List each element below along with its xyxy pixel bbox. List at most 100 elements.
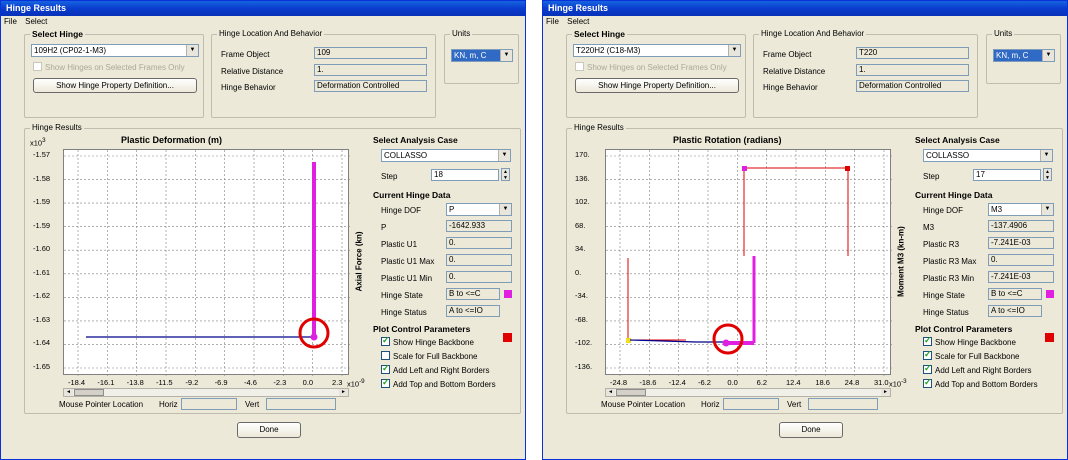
top-bottom-borders-checkbox[interactable]: Add Top and Bottom Borders	[381, 377, 496, 389]
checkbox-label: Add Top and Bottom Borders	[935, 380, 1038, 389]
done-button[interactable]: Done	[779, 422, 843, 438]
hinge-dof-value: P	[449, 205, 455, 214]
hinge-select[interactable]: 109H2 (CP02-1-M3) ▼	[31, 44, 199, 57]
y-tick-label: -1.61	[33, 267, 51, 277]
hinge-dof-value: M3	[991, 205, 1003, 214]
x-tick-label: -6.9	[214, 378, 228, 387]
show-backbone-checkbox[interactable]: Show Hinge Backbone	[923, 335, 1016, 347]
chevron-down-icon[interactable]: ▼	[500, 50, 512, 61]
x-tick-label: 2.3	[332, 378, 343, 387]
plot-control-header: Plot Control Parameters	[373, 324, 471, 334]
data-row-label: Plastic U1 Min	[381, 274, 433, 283]
data-row-value: -137.4906	[988, 220, 1054, 232]
data-row-label: Plastic U1	[381, 240, 418, 249]
plot-title: Plastic Rotation (radians)	[673, 135, 782, 145]
hinge-behavior-field: Deformation Controlled	[856, 80, 969, 92]
checkbox-label: Show Hinge Backbone	[935, 338, 1016, 347]
analysis-case-header: Select Analysis Case	[915, 135, 1000, 145]
data-row-value: -1642.933	[446, 220, 512, 232]
y-tick-label: -1.58	[33, 173, 51, 183]
chevron-down-icon[interactable]: ▼	[186, 45, 198, 56]
units-select[interactable]: KN, m, C ▼	[993, 49, 1055, 62]
analysis-case-header: Select Analysis Case	[373, 135, 458, 145]
show-hinge-definition-button[interactable]: Show Hinge Property Definition...	[33, 78, 197, 93]
checkbox-label: Scale for Full Backbone	[393, 352, 478, 361]
horiz-field	[723, 398, 779, 410]
checkbox-box	[575, 62, 584, 71]
chevron-down-icon[interactable]: ▼	[1040, 150, 1052, 161]
checkbox-label: Scale for Full Backbone	[935, 352, 1020, 361]
scale-full-backbone-checkbox[interactable]: Scale for Full Backbone	[381, 351, 478, 361]
hinge-status-field: A to <=IO	[988, 305, 1042, 317]
analysis-case-value: COLLASSO	[926, 151, 970, 160]
top-bottom-borders-checkbox[interactable]: Add Top and Bottom Borders	[923, 377, 1038, 389]
scroll-right-icon[interactable]: ►	[339, 389, 348, 396]
hinge-results-title: Hinge Results	[572, 123, 626, 132]
analysis-case-select[interactable]: COLLASSO ▼	[923, 149, 1053, 162]
chevron-down-icon[interactable]: ▼	[1041, 204, 1053, 215]
relative-distance-label: Relative Distance	[221, 67, 284, 76]
hinge-select[interactable]: T220H2 (C18-M3) ▼	[573, 44, 741, 57]
relative-distance-field: 1.	[856, 64, 969, 76]
hinge-state-field: B to <=C	[446, 288, 500, 300]
backbone-point	[742, 166, 747, 171]
current-point-marker	[310, 333, 318, 341]
step-spinner[interactable]: ▲ ▼	[1043, 168, 1052, 181]
vert-label: Vert	[245, 400, 260, 409]
show-selected-checkbox[interactable]: Show Hinges on Selected Frames Only	[33, 62, 185, 72]
y-tick-label: -1.65	[33, 362, 51, 371]
step-field[interactable]: 18	[431, 169, 499, 181]
show-selected-checkbox[interactable]: Show Hinges on Selected Frames Only	[575, 62, 727, 72]
done-button[interactable]: Done	[237, 422, 301, 438]
left-right-borders-checkbox[interactable]: Add Left and Right Borders	[381, 363, 490, 375]
checkbox-label: Add Left and Right Borders	[393, 366, 490, 375]
data-row-label: M3	[923, 223, 935, 232]
step-field[interactable]: 17	[973, 169, 1041, 181]
scroll-left-icon[interactable]: ◄	[606, 389, 615, 396]
hinge-results-window-2: Hinge Results File Select Select Hinge T…	[542, 0, 1068, 460]
plot-canvas	[606, 150, 892, 376]
scroll-thumb[interactable]	[74, 389, 104, 396]
chevron-down-icon[interactable]: ▼	[1042, 50, 1054, 61]
hinge-plot-2[interactable]	[605, 149, 892, 376]
vert-field	[808, 398, 878, 410]
menu-select[interactable]: Select	[567, 17, 589, 26]
scroll-right-icon[interactable]: ►	[881, 389, 890, 396]
data-row-value: 0.	[988, 254, 1054, 266]
menu-file[interactable]: File	[546, 17, 559, 26]
plot-scrollbar[interactable]: ◄ ►	[63, 388, 349, 397]
show-hinge-definition-button[interactable]: Show Hinge Property Definition...	[575, 78, 739, 93]
plot-canvas	[64, 150, 350, 376]
horiz-field	[181, 398, 237, 410]
x-tick-label: 24.8	[844, 378, 860, 387]
show-backbone-checkbox[interactable]: Show Hinge Backbone	[381, 335, 474, 347]
backbone-color-swatch[interactable]	[503, 333, 512, 342]
step-spinner[interactable]: ▲ ▼	[501, 168, 510, 181]
plot-scrollbar[interactable]: ◄ ►	[605, 388, 891, 397]
frame-object-label: Frame Object	[763, 50, 812, 59]
menu-file[interactable]: File	[4, 17, 17, 26]
hinge-plot-1[interactable]	[63, 149, 350, 376]
units-value: KN, m, C	[454, 51, 487, 60]
y-tick-label: 34.	[575, 244, 586, 254]
left-right-borders-checkbox[interactable]: Add Left and Right Borders	[923, 363, 1032, 375]
chevron-down-icon[interactable]: ▼	[498, 150, 510, 161]
chevron-down-icon[interactable]: ▼	[728, 45, 740, 56]
y-axis-exponent: x103	[30, 137, 46, 148]
menu-select[interactable]: Select	[25, 17, 47, 26]
data-row-value: 0.	[446, 237, 512, 249]
hinge-behavior-label: Hinge Behavior	[763, 83, 818, 92]
scale-full-backbone-checkbox[interactable]: Scale for Full Backbone	[923, 349, 1020, 361]
units-select[interactable]: KN, m, C ▼	[451, 49, 513, 62]
analysis-case-select[interactable]: COLLASSO ▼	[381, 149, 511, 162]
scroll-thumb[interactable]	[616, 389, 646, 396]
y-tick-label: -68.	[575, 314, 588, 324]
hinge-dof-select[interactable]: M3 ▼	[988, 203, 1054, 216]
show-selected-label: Show Hinges on Selected Frames Only	[45, 63, 185, 72]
chevron-down-icon[interactable]: ▼	[499, 204, 511, 215]
window-title: Hinge Results	[1, 1, 525, 16]
hinge-dof-select[interactable]: P ▼	[446, 203, 512, 216]
y-tick-label: -1.64	[33, 338, 51, 348]
backbone-color-swatch[interactable]	[1045, 333, 1054, 342]
scroll-left-icon[interactable]: ◄	[64, 389, 73, 396]
